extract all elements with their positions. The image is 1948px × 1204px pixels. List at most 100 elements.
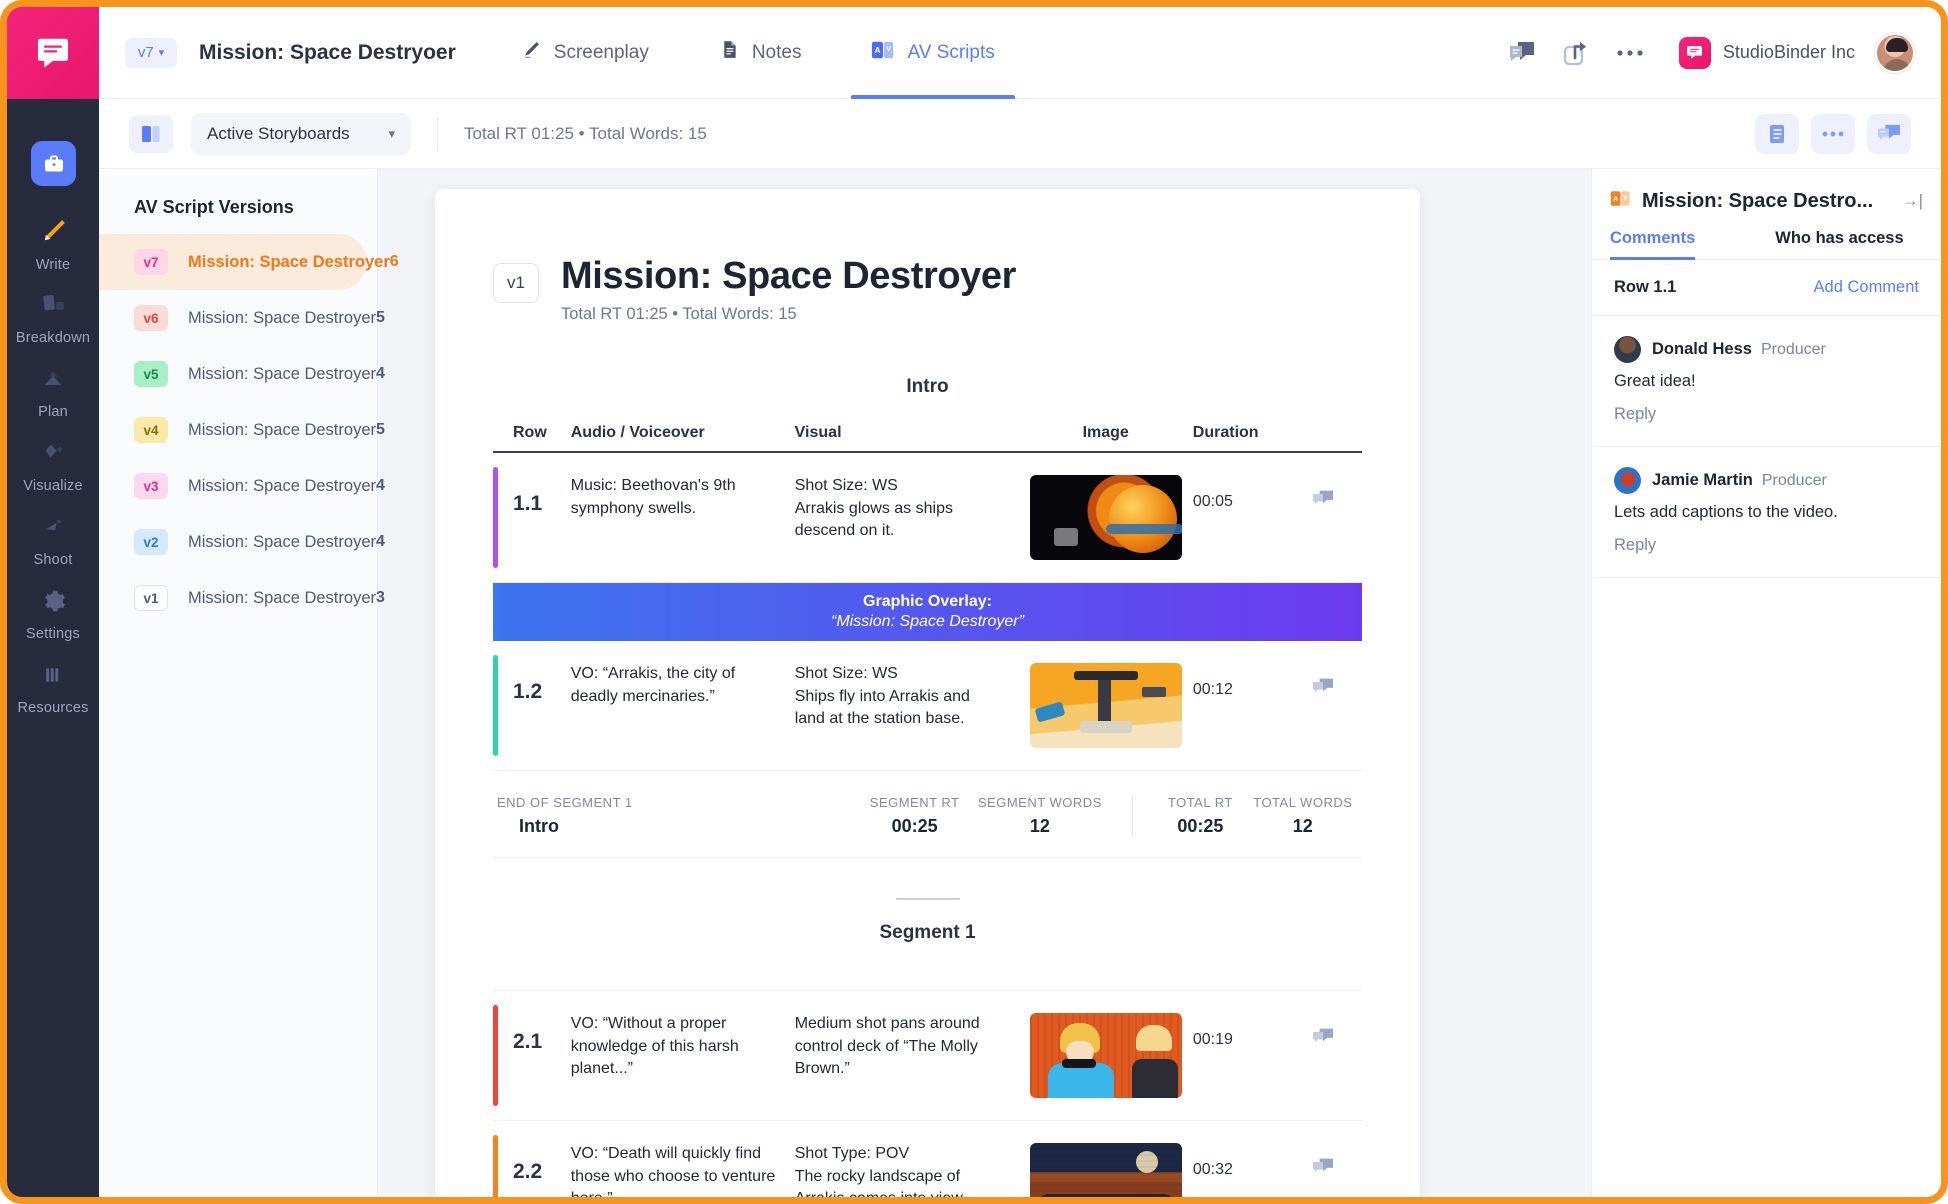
row-comment-icon[interactable]	[1312, 1013, 1362, 1047]
row-image[interactable]	[1019, 663, 1193, 748]
row-image[interactable]	[1019, 475, 1193, 560]
org-name: StudioBinder Inc	[1723, 42, 1855, 63]
overlay-text: “Mission: Space Destroyer”	[831, 613, 1024, 631]
left-nav-rail: Write Breakdown Plan	[7, 7, 99, 1197]
version-name: Mission: Space Destroyer	[188, 309, 376, 328]
comment-reply-button[interactable]: Reply	[1614, 536, 1919, 555]
sidebar-label-resources: Resources	[17, 700, 88, 716]
table-row[interactable]: 2.1 VO: “Without a proper knowledge of t…	[493, 990, 1362, 1121]
column-header-image: Image	[1019, 424, 1193, 442]
graphic-overlay-band[interactable]: Graphic Overlay: “Mission: Space Destroy…	[493, 583, 1362, 641]
sidebar-label-write: Write	[36, 257, 71, 273]
version-name: Mission: Space Destroyer	[188, 253, 390, 272]
document-version-chip: v1	[493, 263, 539, 303]
comment-panel-icon[interactable]	[1867, 114, 1911, 154]
sidebar-item-shoot[interactable]: Shoot	[7, 507, 99, 568]
comment-icon[interactable]	[1495, 26, 1549, 80]
row-visual: Shot Type: POV The rocky landscape of Ar…	[795, 1143, 1019, 1197]
mountain-icon	[36, 359, 70, 399]
avatar	[1614, 336, 1641, 363]
row-audio: Music: Beethovan's 9th symphony swells.	[571, 475, 795, 520]
version-row[interactable]: v3 Mission: Space Destroyer 4	[99, 458, 377, 514]
row-comment-icon[interactable]	[1312, 1143, 1362, 1177]
chevron-down-icon: ▾	[159, 46, 165, 59]
version-name: Mission: Space Destroyer	[188, 365, 376, 384]
avatar[interactable]	[1875, 33, 1915, 73]
row-comment-icon[interactable]	[1312, 475, 1362, 509]
version-row[interactable]: v2 Mission: Space Destroyer 4	[99, 514, 377, 570]
header-version-chip[interactable]: v7 ▾	[125, 38, 177, 68]
row-number: 2.2	[493, 1143, 571, 1187]
document-icon	[719, 39, 740, 66]
comments-panel-header: A V Mission: Space Destro... →|	[1592, 169, 1941, 229]
tab-screenplay[interactable]: Screenplay	[514, 7, 655, 99]
column-header-audio: Audio / Voiceover	[571, 424, 795, 442]
grid-toggle-icon[interactable]	[129, 115, 173, 153]
header-actions: StudioBinder Inc	[1495, 26, 1941, 80]
tab-comments[interactable]: Comments	[1610, 229, 1695, 259]
more-icon[interactable]	[1603, 26, 1657, 80]
sidebar-item-briefcase[interactable]	[31, 141, 76, 186]
comments-panel-tabs: Comments Who has access	[1592, 229, 1941, 260]
studiobinder-logo-icon[interactable]	[7, 7, 99, 99]
comment-reply-button[interactable]: Reply	[1614, 405, 1919, 424]
comment-body: Lets add captions to the video.	[1614, 503, 1919, 522]
tab-who-has-access[interactable]: Who has access	[1775, 229, 1903, 259]
av-icon: A V	[871, 39, 895, 67]
thumbnail-station-tower	[1030, 663, 1182, 748]
av-icon: A V	[1610, 189, 1631, 213]
storyboard-select[interactable]: Active Storyboards ▾	[191, 113, 411, 155]
table-row[interactable]: 1.1 Music: Beethovan's 9th symphony swel…	[493, 453, 1362, 583]
table-row[interactable]: 1.2 VO: “Arrakis, the city of deadly mer…	[493, 641, 1362, 771]
segment-words-value: 12	[1030, 816, 1050, 837]
total-rt-label: TOTAL RT	[1168, 795, 1233, 810]
comments-panel-title: Mission: Space Destro...	[1642, 190, 1873, 213]
version-row[interactable]: v4 Mission: Space Destroyer 5	[99, 402, 377, 458]
chevron-down-icon: ▾	[388, 126, 395, 142]
sidebar-item-breakdown[interactable]: Breakdown	[7, 285, 99, 346]
share-icon[interactable]	[1549, 26, 1603, 80]
divider	[437, 117, 438, 151]
svg-text:A: A	[875, 44, 881, 54]
sidebar-item-visualize[interactable]: Visualize	[7, 433, 99, 494]
segment-end-label: END OF SEGMENT 1	[497, 795, 858, 810]
row-image[interactable]	[1019, 1013, 1193, 1098]
document-canvas: v1 Mission: Space Destroyer Total RT 01:…	[378, 169, 1591, 1197]
version-badge: v3	[134, 473, 168, 499]
sidebar-label-breakdown: Breakdown	[16, 330, 90, 346]
version-row[interactable]: v6 Mission: Space Destroyer 5	[99, 290, 377, 346]
tab-av-scripts[interactable]: A V AV Scripts	[865, 7, 1000, 99]
total-rt-value: 00:25	[1177, 816, 1223, 837]
sidebar-item-write[interactable]: Write	[7, 212, 99, 273]
document-title: Mission: Space Destroyer	[561, 255, 1016, 298]
collapse-right-icon[interactable]: →|	[1902, 191, 1923, 211]
sub-toolbar-actions	[1755, 114, 1941, 154]
versions-heading: AV Script Versions	[99, 169, 377, 234]
comment-author: Jamie Martin	[1652, 471, 1753, 490]
version-row[interactable]: v5 Mission: Space Destroyer 4	[99, 346, 377, 402]
version-row[interactable]: v7 Mission: Space Destroyer 6	[99, 234, 367, 290]
runtime-summary: Total RT 01:25 • Total Words: 15	[464, 124, 707, 144]
tab-notes[interactable]: Notes	[713, 7, 808, 99]
table-row[interactable]: 2.2 VO: “Death will quickly find those w…	[493, 1121, 1362, 1197]
segment-end-value: Intro	[497, 816, 858, 837]
sidebar-item-resources[interactable]: Resources	[7, 655, 99, 716]
row-audio: VO: “Death will quickly find those who c…	[571, 1143, 795, 1197]
segment-title: Intro	[493, 376, 1362, 398]
version-badge: v1	[134, 585, 168, 611]
sub-toolbar: Active Storyboards ▾ Total RT 01:25 • To…	[99, 99, 1941, 169]
list-view-icon[interactable]	[1755, 114, 1799, 154]
version-count: 4	[376, 533, 385, 551]
version-row[interactable]: v1 Mission: Space Destroyer 3	[99, 570, 377, 626]
add-comment-button[interactable]: Add Comment	[1814, 278, 1919, 297]
row-comment-icon[interactable]	[1312, 663, 1362, 697]
sidebar-item-plan[interactable]: Plan	[7, 359, 99, 420]
version-name: Mission: Space Destroyer	[188, 477, 376, 496]
more-icon[interactable]	[1811, 114, 1855, 154]
column-header-row: Row	[493, 424, 571, 442]
thumbnail-comic-astronaut	[1030, 1013, 1182, 1098]
row-visual: Medium shot pans around control deck of …	[795, 1013, 1019, 1081]
row-image[interactable]	[1019, 1143, 1193, 1197]
version-badge: v6	[134, 305, 168, 331]
sidebar-item-settings[interactable]: Settings	[7, 581, 99, 642]
